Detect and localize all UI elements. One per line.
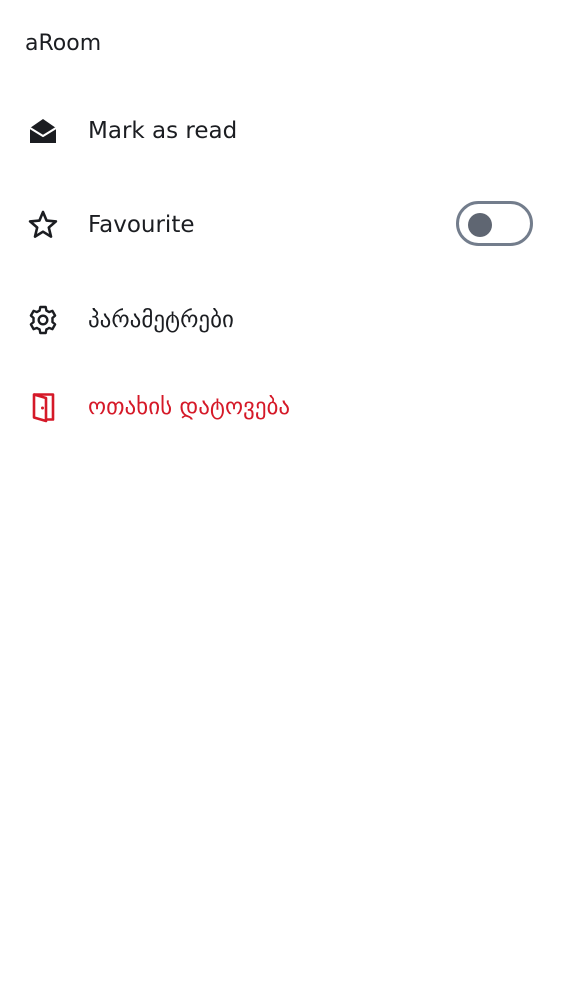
settings-label: პარამეტრები — [88, 307, 234, 333]
favourite-label: Favourite — [88, 212, 195, 238]
favourite-toggle[interactable] — [456, 201, 533, 246]
mark-as-read-label: Mark as read — [88, 118, 238, 144]
mark-as-read-item[interactable]: Mark as read — [0, 99, 562, 163]
leave-room-label: ოთახის დატოვება — [88, 394, 291, 420]
envelope-open-icon — [26, 114, 60, 148]
toggle-knob — [468, 213, 492, 237]
room-title: aRoom — [25, 31, 102, 56]
door-exit-icon — [26, 390, 60, 424]
favourite-item[interactable]: Favourite — [0, 193, 562, 257]
star-outline-icon — [26, 208, 60, 242]
gear-icon — [26, 303, 60, 337]
room-options-sheet: aRoom Mark as read Favourite პარამეტრები… — [0, 0, 562, 1000]
settings-item[interactable]: პარამეტრები — [0, 288, 562, 352]
leave-room-item[interactable]: ოთახის დატოვება — [0, 375, 562, 439]
